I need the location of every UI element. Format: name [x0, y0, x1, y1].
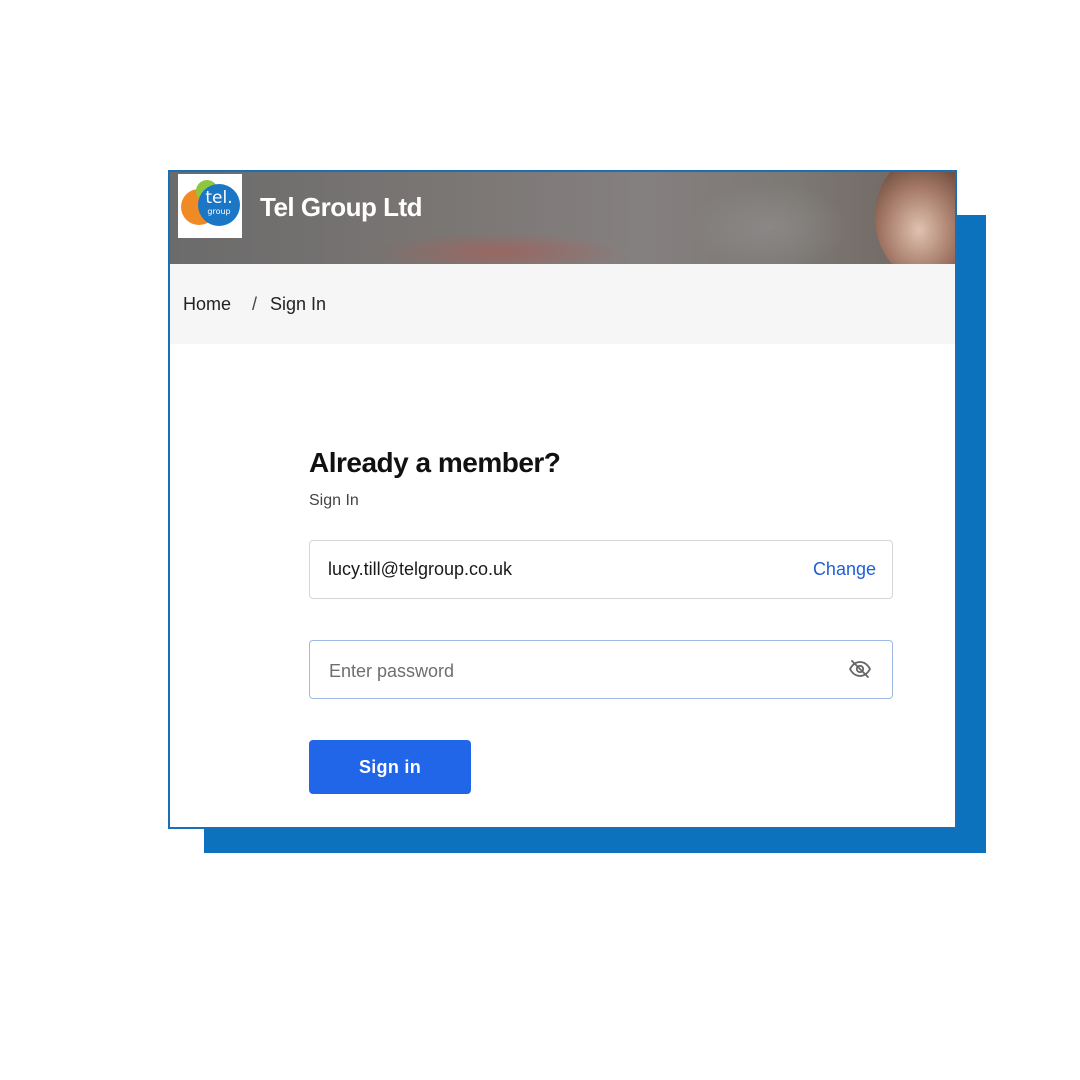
password-input[interactable] [327, 655, 831, 687]
breadcrumb-home-link[interactable]: Home [183, 294, 231, 315]
header-background-blur [690, 182, 850, 264]
header-background-blur [370, 232, 630, 264]
logo-subtext: group [207, 207, 231, 216]
logo-text: tel. [205, 188, 233, 208]
eye-slash-icon[interactable] [848, 659, 872, 679]
site-title: Tel Group Ltd [260, 192, 423, 222]
email-field: lucy.till@telgroup.co.uk Change [309, 540, 893, 599]
email-value: lucy.till@telgroup.co.uk [328, 559, 513, 579]
change-email-link[interactable]: Change [813, 559, 876, 580]
breadcrumb-separator: / [252, 294, 258, 314]
logo-blue-circle: tel. group [198, 184, 240, 226]
page-subtitle: Sign In [309, 492, 359, 509]
browser-frame: tel. group Tel Group Ltd Home / Sign In … [168, 170, 957, 829]
site-logo[interactable]: tel. group [178, 174, 242, 238]
header-background-photo [875, 172, 955, 264]
breadcrumb: Home / Sign In [170, 264, 955, 344]
breadcrumb-current: Sign In [270, 294, 327, 314]
site-header: tel. group Tel Group Ltd [170, 172, 955, 264]
page-title: Already a member? [309, 447, 561, 478]
password-field[interactable] [309, 640, 893, 699]
sign-in-button[interactable]: Sign in [309, 740, 471, 794]
